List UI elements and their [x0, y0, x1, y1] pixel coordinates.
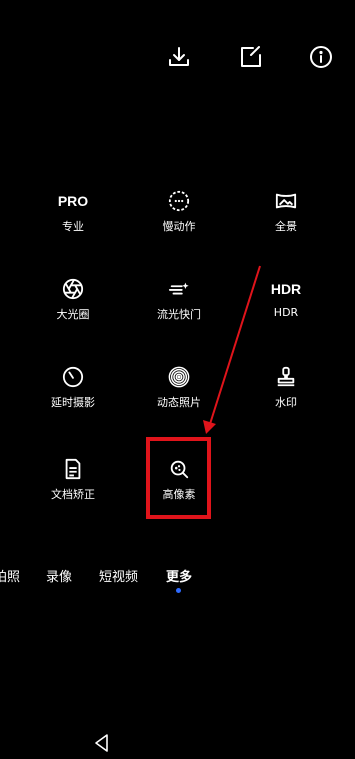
hdr-icon: HDR	[270, 281, 302, 297]
watermark-icon	[271, 364, 301, 390]
tab-video[interactable]: 录像	[46, 566, 72, 585]
aperture-icon	[58, 276, 88, 302]
light-painting-icon	[164, 276, 194, 302]
document-icon	[58, 456, 88, 482]
tab-short-video[interactable]: 短视频	[99, 566, 138, 585]
back-icon[interactable]	[93, 733, 111, 753]
timelapse-icon	[58, 364, 88, 390]
panorama-icon	[271, 188, 301, 214]
mode-pro[interactable]: PRO 专业	[33, 188, 113, 234]
mode-label: HDR	[273, 306, 299, 319]
mode-watermark[interactable]: 水印	[246, 364, 326, 410]
annotation-highlight-box	[146, 437, 211, 519]
mode-label: 延时摄影	[51, 396, 95, 409]
mode-aperture[interactable]: 大光圈	[33, 276, 113, 322]
info-icon[interactable]	[308, 44, 334, 70]
mode-document[interactable]: 文档矫正	[33, 456, 113, 502]
mode-label: 全景	[275, 220, 297, 233]
mode-slow-motion[interactable]: 慢动作	[139, 188, 219, 234]
mode-hdr[interactable]: HDR HDR	[246, 276, 326, 319]
mode-label: 大光圈	[56, 308, 90, 321]
mode-tabs: 拍照 录像 短视频 更多	[0, 566, 355, 586]
tab-more[interactable]: 更多	[166, 566, 192, 585]
mode-panorama[interactable]: 全景	[246, 188, 326, 234]
camera-more-modes-screen: PRO 专业 慢动作 全景 大光圈 流光快门 HDR HDR 延时摄影 动态照片…	[0, 0, 355, 759]
pro-icon: PRO	[57, 193, 89, 209]
mode-label: 慢动作	[162, 220, 196, 233]
slow-motion-icon	[164, 188, 194, 214]
edit-icon[interactable]	[238, 44, 264, 70]
mode-light-painting[interactable]: 流光快门	[139, 276, 219, 322]
mode-label: 水印	[275, 396, 297, 409]
mode-label: 流光快门	[157, 308, 201, 321]
mode-label: 专业	[62, 220, 84, 233]
tab-photo[interactable]: 拍照	[0, 566, 20, 585]
moving-picture-icon	[164, 364, 194, 390]
mode-label: 动态照片	[157, 396, 201, 409]
download-icon[interactable]	[166, 44, 192, 70]
mode-moving-picture[interactable]: 动态照片	[139, 364, 219, 410]
mode-label: 文档矫正	[51, 488, 95, 501]
active-tab-indicator	[176, 588, 181, 593]
mode-timelapse[interactable]: 延时摄影	[33, 364, 113, 410]
